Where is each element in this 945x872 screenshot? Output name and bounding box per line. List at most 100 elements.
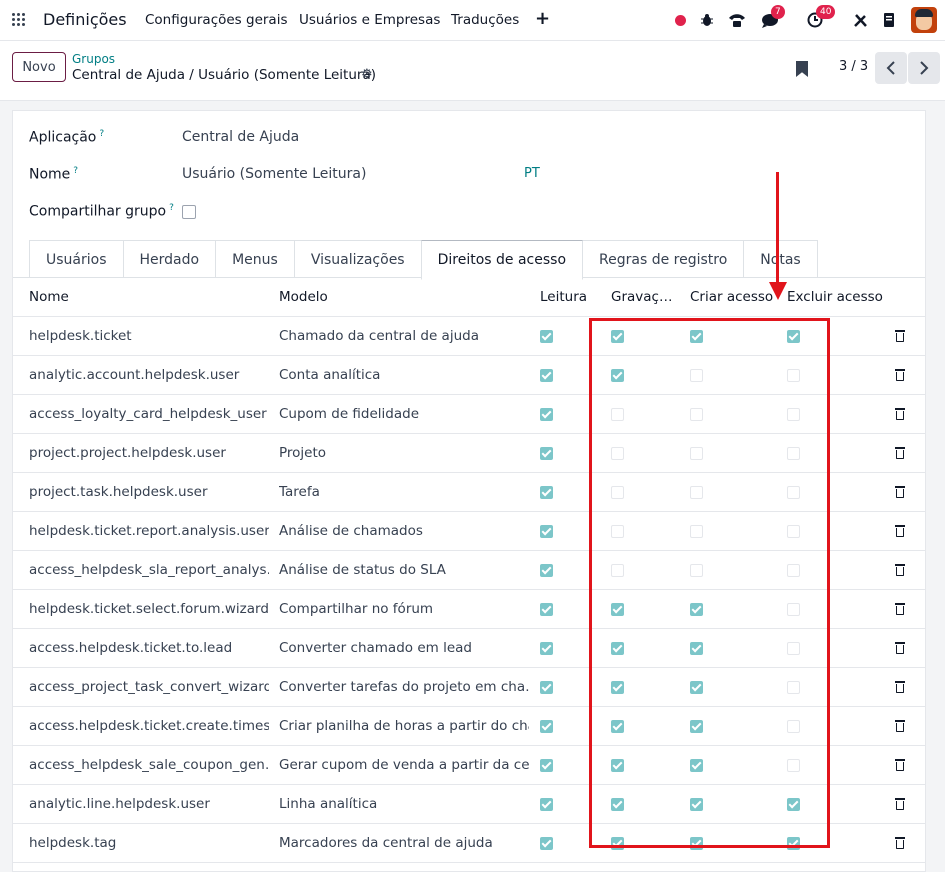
gear-icon[interactable]: ⚙ [361, 67, 373, 82]
apps-menu-icon[interactable] [12, 13, 26, 27]
delete-row-button[interactable] [895, 824, 905, 862]
trash-icon[interactable] [895, 798, 905, 810]
access-name-cell[interactable]: project.project.helpdesk.user [29, 434, 269, 472]
model-cell[interactable]: Projeto [279, 434, 529, 472]
trash-icon[interactable] [895, 564, 905, 576]
access-name-cell[interactable]: helpdesk.tag [29, 824, 269, 862]
user-avatar[interactable] [911, 7, 937, 33]
read-checkbox[interactable] [540, 446, 553, 460]
trash-icon[interactable] [895, 525, 905, 537]
read-checkbox[interactable] [540, 407, 553, 421]
plus-icon[interactable]: + [535, 8, 550, 29]
activity-clock-icon[interactable]: 40 [805, 5, 836, 30]
column-delete[interactable]: Excluir acesso [787, 278, 883, 316]
read-checkbox[interactable] [540, 485, 553, 499]
help-tooltip-icon[interactable]: ? [73, 166, 78, 176]
tab-views[interactable]: Visualizações [293, 240, 422, 278]
access-name-cell[interactable]: access.helpdesk.ticket.to.lead [29, 629, 269, 667]
model-cell[interactable]: Gerar cupom de venda a partir da cen… [279, 746, 529, 784]
access-name-cell[interactable]: analytic.line.helpdesk.user [29, 785, 269, 823]
model-cell[interactable]: Converter chamado em lead [279, 629, 529, 667]
trash-icon[interactable] [895, 681, 905, 693]
access-name-cell[interactable]: access_helpdesk_sale_coupon_gen… [29, 746, 269, 784]
pager-value[interactable]: 3 / 3 [839, 59, 868, 74]
database-icon[interactable] [879, 10, 899, 30]
column-write[interactable]: Gravaç… [611, 278, 672, 316]
app-title[interactable]: Definições [43, 10, 127, 29]
model-cell[interactable]: Linha analítica [279, 785, 529, 823]
delete-row-button[interactable] [895, 746, 905, 784]
record-icon[interactable] [670, 10, 690, 30]
tab-access-rights[interactable]: Direitos de acesso [420, 240, 584, 280]
delete-row-button[interactable] [895, 473, 905, 511]
delete-row-button[interactable] [895, 512, 905, 550]
pager-next-button[interactable] [908, 52, 940, 84]
access-name-cell[interactable]: helpdesk.ticket.report.analysis.user [29, 512, 269, 550]
tab-inherited[interactable]: Herdado [122, 240, 217, 278]
delete-row-button[interactable] [895, 629, 905, 667]
delete-row-button[interactable] [895, 356, 905, 394]
share-group-checkbox[interactable] [182, 205, 196, 219]
language-toggle[interactable]: PT [524, 166, 540, 181]
trash-icon[interactable] [895, 837, 905, 849]
tab-menus[interactable]: Menus [215, 240, 295, 278]
access-name-cell[interactable]: access_helpdesk_sla_report_analys… [29, 551, 269, 589]
model-cell[interactable]: Compartilhar no fórum [279, 590, 529, 628]
trash-icon[interactable] [895, 408, 905, 420]
trash-icon[interactable] [895, 642, 905, 654]
model-cell[interactable]: Converter tarefas do projeto em cha… [279, 668, 529, 706]
bug-icon[interactable] [697, 10, 717, 30]
trash-icon[interactable] [895, 486, 905, 498]
model-cell[interactable]: Chamado da central de ajuda [279, 317, 529, 355]
column-model[interactable]: Modelo [279, 278, 529, 316]
name-input[interactable]: Usuário (Somente Leitura) [182, 166, 366, 182]
column-create[interactable]: Criar acesso [690, 278, 773, 316]
trash-icon[interactable] [895, 447, 905, 459]
application-value[interactable]: Central de Ajuda [182, 129, 299, 145]
read-checkbox[interactable] [540, 368, 553, 382]
breadcrumb-groups[interactable]: Grupos [72, 52, 115, 66]
menu-users-companies[interactable]: Usuários e Empresas [299, 12, 440, 28]
model-cell[interactable]: Criar planilha de horas a partir do cha… [279, 707, 529, 745]
help-tooltip-icon[interactable]: ? [99, 129, 104, 139]
access-name-cell[interactable]: helpdesk.ticket [29, 317, 269, 355]
read-checkbox[interactable] [540, 797, 553, 811]
help-tooltip-icon[interactable]: ? [169, 203, 174, 213]
model-cell[interactable]: Tarefa [279, 473, 529, 511]
model-cell[interactable]: Análise de chamados [279, 512, 529, 550]
column-read[interactable]: Leitura [540, 278, 587, 316]
tab-users[interactable]: Usuários [29, 240, 124, 278]
delete-row-button[interactable] [895, 707, 905, 745]
tab-record-rules[interactable]: Regras de registro [582, 240, 745, 278]
access-name-cell[interactable]: project.task.helpdesk.user [29, 473, 269, 511]
read-checkbox[interactable] [540, 758, 553, 772]
menu-translations[interactable]: Traduções [451, 12, 519, 28]
bookmark-icon[interactable] [796, 61, 808, 77]
model-cell[interactable]: Conta analítica [279, 356, 529, 394]
read-checkbox[interactable] [540, 329, 553, 343]
read-checkbox[interactable] [540, 524, 553, 538]
trash-icon[interactable] [895, 369, 905, 381]
access-name-cell[interactable]: helpdesk.ticket.select.forum.wizard [29, 590, 269, 628]
tab-notes[interactable]: Notas [743, 240, 818, 278]
delete-row-button[interactable] [895, 551, 905, 589]
tools-icon[interactable] [850, 10, 870, 30]
trash-icon[interactable] [895, 720, 905, 732]
read-checkbox[interactable] [540, 680, 553, 694]
read-checkbox[interactable] [540, 563, 553, 577]
access-name-cell[interactable]: access.helpdesk.ticket.create.times… [29, 707, 269, 745]
delete-row-button[interactable] [895, 395, 905, 433]
delete-row-button[interactable] [895, 317, 905, 355]
trash-icon[interactable] [895, 759, 905, 771]
trash-icon[interactable] [895, 603, 905, 615]
access-name-cell[interactable]: analytic.account.helpdesk.user [29, 356, 269, 394]
pager-previous-button[interactable] [875, 52, 907, 84]
model-cell[interactable]: Cupom de fidelidade [279, 395, 529, 433]
column-name[interactable]: Nome [29, 278, 269, 316]
menu-general-settings[interactable]: Configurações gerais [145, 12, 288, 28]
chat-icon[interactable]: 7 [760, 5, 785, 30]
trash-icon[interactable] [895, 330, 905, 342]
delete-row-button[interactable] [895, 668, 905, 706]
read-checkbox[interactable] [540, 719, 553, 733]
read-checkbox[interactable] [540, 641, 553, 655]
